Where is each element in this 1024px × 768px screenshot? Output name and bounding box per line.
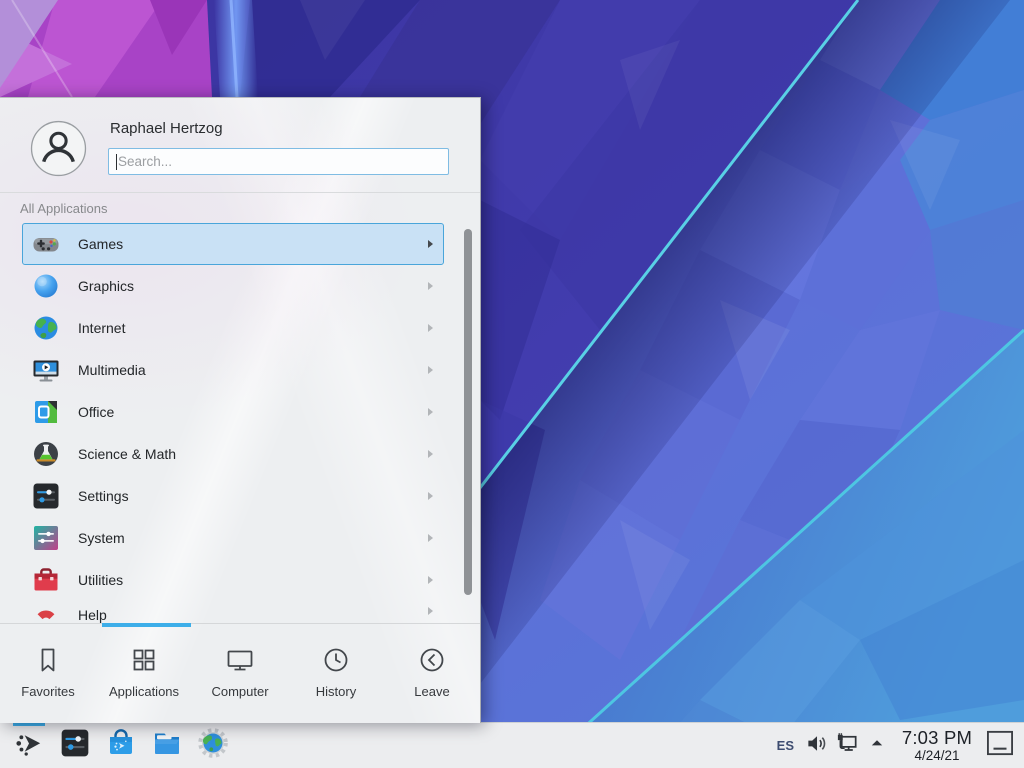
submenu-arrow-icon bbox=[428, 408, 433, 416]
submenu-arrow-icon bbox=[428, 324, 433, 332]
taskbar: ES 7:03 PM 4/24/21 bbox=[0, 722, 1024, 768]
science-icon bbox=[31, 439, 61, 469]
keyboard-layout-indicator[interactable]: ES bbox=[769, 738, 802, 753]
clock-time: 7:03 PM bbox=[902, 728, 972, 748]
leave-icon bbox=[417, 645, 447, 675]
web-browser-launcher[interactable] bbox=[190, 723, 236, 768]
category-row-system[interactable]: System bbox=[22, 517, 444, 559]
category-row-internet[interactable]: Internet bbox=[22, 307, 444, 349]
history-clock-icon bbox=[321, 645, 351, 675]
submenu-arrow-icon bbox=[428, 534, 433, 542]
digital-clock[interactable]: 7:03 PM 4/24/21 bbox=[892, 723, 982, 768]
gamepad-icon bbox=[31, 229, 61, 259]
multimedia-icon bbox=[31, 355, 61, 385]
submenu-arrow-icon bbox=[428, 492, 433, 500]
network-tray-button[interactable] bbox=[832, 723, 862, 768]
submenu-arrow-icon bbox=[428, 282, 433, 290]
monitor-icon bbox=[225, 645, 255, 675]
file-manager-launcher[interactable] bbox=[144, 723, 190, 768]
show-desktop-button[interactable] bbox=[982, 723, 1018, 768]
settings-icon bbox=[31, 481, 61, 511]
submenu-arrow-icon bbox=[428, 607, 433, 615]
kali-menu-icon bbox=[14, 728, 45, 764]
category-row-help[interactable]: Help bbox=[22, 601, 444, 623]
system-icon bbox=[31, 523, 61, 553]
scrollbar-thumb[interactable] bbox=[464, 229, 472, 595]
submenu-arrow-icon bbox=[428, 576, 433, 584]
tab-label: Computer bbox=[211, 684, 268, 699]
user-name: Raphael Hertzog bbox=[110, 120, 223, 137]
text-caret bbox=[116, 154, 117, 170]
tray-expand-button[interactable] bbox=[862, 723, 892, 768]
tab-leave[interactable]: Leave bbox=[384, 624, 480, 724]
tab-favorites[interactable]: Favorites bbox=[0, 624, 96, 724]
category-list: Games Graphics Internet Multimedia Offic… bbox=[22, 223, 444, 623]
category-label: Graphics bbox=[78, 278, 134, 294]
submenu-arrow-icon bbox=[428, 240, 433, 248]
file-manager-app-icon bbox=[151, 727, 183, 764]
section-label: All Applications bbox=[20, 201, 107, 216]
system-settings-launcher[interactable] bbox=[52, 723, 98, 768]
category-label: System bbox=[78, 530, 125, 546]
grid-icon bbox=[129, 645, 159, 675]
tab-label: Applications bbox=[109, 684, 179, 699]
volume-tray-button[interactable] bbox=[802, 723, 832, 768]
search-field-wrap bbox=[108, 148, 449, 175]
show-desktop-icon bbox=[986, 730, 1014, 761]
category-row-multimedia[interactable]: Multimedia bbox=[22, 349, 444, 391]
clock-date: 4/24/21 bbox=[914, 748, 959, 763]
help-icon bbox=[31, 607, 61, 623]
app-launcher-button[interactable] bbox=[6, 723, 52, 768]
category-label: Games bbox=[78, 236, 123, 252]
software-center-launcher[interactable] bbox=[98, 723, 144, 768]
category-row-games[interactable]: Games bbox=[22, 223, 444, 265]
category-label: Utilities bbox=[78, 572, 123, 588]
category-row-office[interactable]: Office bbox=[22, 391, 444, 433]
volume-icon bbox=[805, 731, 830, 761]
office-icon bbox=[31, 397, 61, 427]
utilities-icon bbox=[31, 565, 61, 595]
category-row-graphics[interactable]: Graphics bbox=[22, 265, 444, 307]
bookmark-icon bbox=[33, 645, 63, 675]
launcher-header: Raphael Hertzog bbox=[0, 98, 480, 193]
application-launcher-menu: Raphael Hertzog All Applications Games G… bbox=[0, 97, 481, 723]
category-row-science-math[interactable]: Science & Math bbox=[22, 433, 444, 475]
submenu-arrow-icon bbox=[428, 450, 433, 458]
launcher-tab-bar: Favorites Applications Computer History … bbox=[0, 623, 480, 724]
expand-arrow-icon bbox=[869, 735, 885, 756]
tab-label: History bbox=[316, 684, 356, 699]
settings-app-icon bbox=[59, 727, 91, 764]
category-label: Science & Math bbox=[78, 446, 176, 462]
category-label: Multimedia bbox=[78, 362, 146, 378]
submenu-arrow-icon bbox=[428, 366, 433, 374]
category-label: Office bbox=[78, 404, 114, 420]
tab-history[interactable]: History bbox=[288, 624, 384, 724]
tab-applications[interactable]: Applications bbox=[96, 624, 192, 724]
category-label: Settings bbox=[78, 488, 129, 504]
user-avatar-icon[interactable] bbox=[30, 120, 87, 177]
category-row-settings[interactable]: Settings bbox=[22, 475, 444, 517]
tab-label: Leave bbox=[414, 684, 449, 699]
internet-icon bbox=[31, 313, 61, 343]
tab-computer[interactable]: Computer bbox=[192, 624, 288, 724]
active-tab-indicator bbox=[102, 623, 191, 627]
graphics-icon bbox=[31, 271, 61, 301]
discover-app-icon bbox=[105, 727, 137, 764]
category-label: Help bbox=[78, 607, 107, 623]
network-icon bbox=[835, 731, 860, 761]
tab-label: Favorites bbox=[21, 684, 74, 699]
taskbar-pinned-apps bbox=[52, 723, 236, 768]
system-tray: ES 7:03 PM 4/24/21 bbox=[769, 723, 1018, 768]
browser-app-icon bbox=[197, 727, 229, 764]
category-row-utilities[interactable]: Utilities bbox=[22, 559, 444, 601]
search-input[interactable] bbox=[109, 149, 448, 174]
category-label: Internet bbox=[78, 320, 125, 336]
